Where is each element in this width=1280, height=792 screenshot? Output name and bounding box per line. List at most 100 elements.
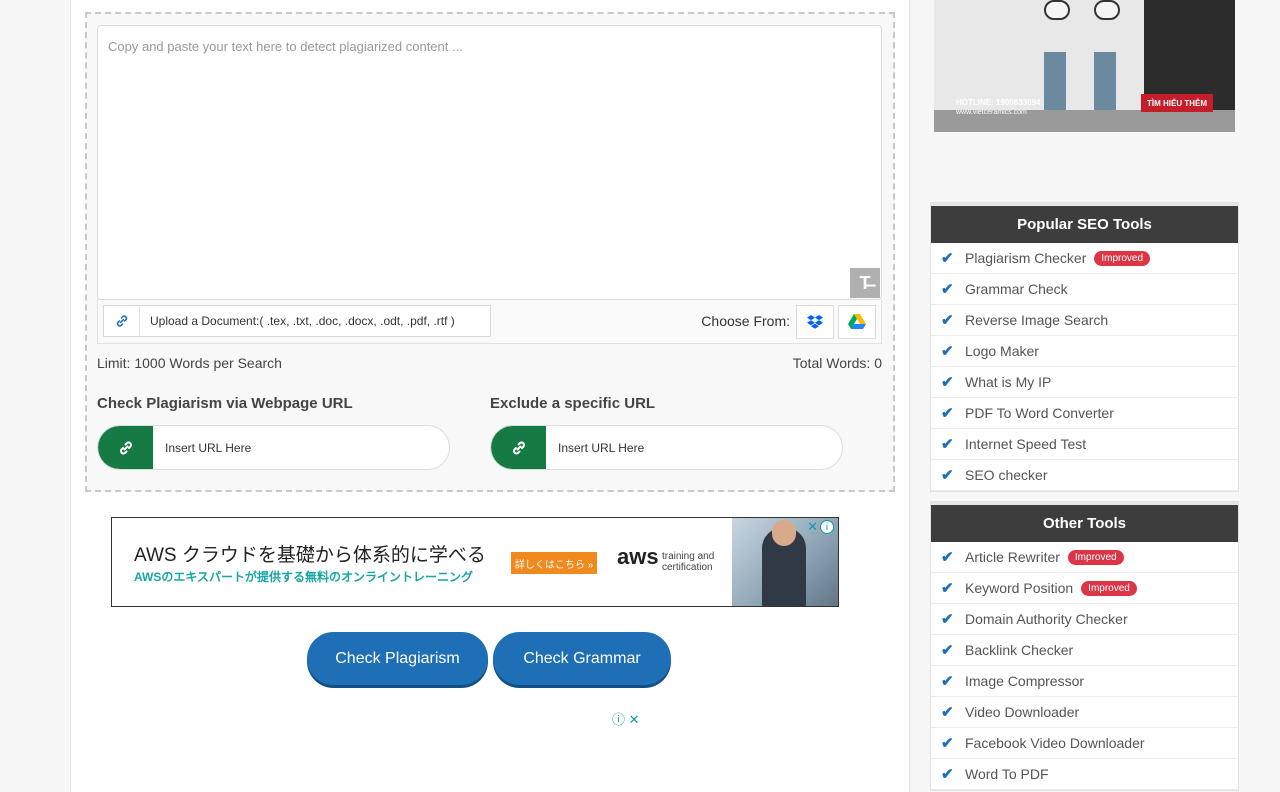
- sidebar-item-label: Grammar Check: [965, 281, 1068, 297]
- sidebar-item-other_tools[interactable]: ✔ Backlink Checker: [931, 635, 1238, 666]
- popular-seo-tools-panel: Popular SEO Tools ✔ Plagiarism Checker Imp…: [930, 202, 1239, 492]
- sidebar-item-label: Article Rewriter: [965, 549, 1060, 565]
- sidebar-item-label: Logo Maker: [965, 343, 1039, 359]
- side-ad-site: www.vietceramics.com: [956, 109, 1027, 116]
- ad-close-icon[interactable]: ✕: [807, 519, 818, 535]
- sidebar-item-label: PDF To Word Converter: [965, 405, 1114, 421]
- dropbox-icon: [807, 315, 823, 329]
- ad-info-icon[interactable]: i: [820, 520, 834, 534]
- sidebar-item-label: Domain Authority Checker: [965, 611, 1128, 627]
- sidebar-item-popular_tools[interactable]: ✔ Internet Speed Test: [931, 429, 1238, 460]
- check-icon: ✔: [941, 250, 954, 267]
- check-icon: ✔: [941, 343, 954, 360]
- check-icon: ✔: [941, 735, 954, 752]
- exclude-url-placeholder: Insert URL Here: [558, 440, 645, 455]
- exclude-url-title: Exclude a specific URL: [490, 395, 656, 412]
- sidebar-item-label: Facebook Video Downloader: [965, 735, 1145, 751]
- sidebar-item-label: Image Compressor: [965, 673, 1085, 689]
- aws-logo: aws: [617, 544, 659, 569]
- improved-badge: Improved: [1067, 549, 1124, 565]
- other-tools-title: Other Tools: [931, 502, 1238, 542]
- exclude-url-input[interactable]: Insert URL Here: [490, 425, 843, 470]
- sidebar-item-label: Internet Speed Test: [965, 436, 1087, 452]
- improved-badge: Improved: [1081, 580, 1137, 596]
- check-icon: ✔: [941, 467, 954, 484]
- sidebar-item-popular_tools[interactable]: ✔ Reverse Image Search: [931, 305, 1238, 336]
- page-background-left: [0, 0, 70, 792]
- popular-seo-tools-title: Popular SEO Tools: [931, 203, 1238, 243]
- sidebar-item-popular_tools[interactable]: ✔ PDF To Word Converter: [931, 398, 1238, 429]
- side-ad-phone: HOTLINE: 1900633094: [956, 98, 1041, 107]
- ad-subline: AWSのエキスパートが提供する無料のオンライントレーニング: [134, 570, 473, 584]
- sidebar-item-label: SEO checker: [965, 467, 1048, 483]
- check-icon: ✔: [941, 611, 954, 628]
- link-icon: [491, 426, 546, 469]
- sidebar-item-other_tools[interactable]: ✔ Article Rewriter Improved: [931, 542, 1238, 573]
- google-drive-button[interactable]: [838, 305, 876, 339]
- text-clear-icon: T̶: [859, 272, 871, 293]
- sidebar-item-popular_tools[interactable]: ✔ What is My IP: [931, 367, 1238, 398]
- sidebar-item-popular_tools[interactable]: ✔ Plagiarism Checker Improved: [931, 243, 1238, 274]
- check-icon: ✔: [941, 766, 954, 783]
- improved-badge: Improved: [1094, 250, 1151, 266]
- check-icon: ✔: [941, 704, 954, 721]
- sidebar-item-label: Plagiarism Checker: [965, 250, 1087, 266]
- upload-document-button[interactable]: Upload a Document:( .tex, .txt, .doc, .d…: [103, 305, 491, 337]
- link-icon: [98, 426, 153, 469]
- sidebar-item-label: Backlink Checker: [965, 642, 1074, 658]
- link-icon: [104, 306, 140, 336]
- check-icon: ✔: [941, 281, 954, 298]
- sidebar-item-popular_tools[interactable]: ✔ SEO checker: [931, 460, 1238, 491]
- aws-logo-subtitle-line1: training and: [662, 551, 715, 562]
- ad-choices-icon[interactable]: ⓘ ✕: [612, 709, 640, 728]
- sidebar-item-label: Word To PDF: [965, 766, 1049, 782]
- ad-image-stool: [1044, 52, 1066, 112]
- sidebar-item-other_tools[interactable]: ✔ Domain Authority Checker: [931, 604, 1238, 635]
- ad-image-mirror: [1044, 0, 1070, 20]
- ad-photo-head: [772, 520, 796, 546]
- aws-ad-banner[interactable]: AWS クラウドを基礎から体系的に学べる AWSのエキスパートが提供する無料のオ…: [111, 517, 839, 607]
- google-drive-icon: [848, 314, 866, 329]
- check-icon: ✔: [941, 549, 954, 566]
- sidebar-item-other_tools[interactable]: ✔ Word To PDF: [931, 759, 1238, 790]
- clear-text-button[interactable]: T̶: [850, 268, 880, 298]
- check-plagiarism-button[interactable]: Check Plagiarism: [307, 632, 488, 685]
- sidebar-item-label: What is My IP: [965, 374, 1052, 390]
- sidebar-item-label: Reverse Image Search: [965, 312, 1109, 328]
- word-limit-text: Limit: 1000 Words per Search: [97, 355, 282, 371]
- check-icon: ✔: [941, 642, 954, 659]
- check-grammar-button[interactable]: Check Grammar: [493, 632, 671, 685]
- sidebar-item-other_tools[interactable]: ✔ Video Downloader: [931, 697, 1238, 728]
- choose-from-label: Choose From:: [701, 313, 790, 329]
- webpage-url-input[interactable]: Insert URL Here: [97, 425, 450, 470]
- ad-image-stool: [1094, 52, 1116, 112]
- check-icon: ✔: [941, 580, 954, 597]
- sidebar-item-label: Video Downloader: [965, 704, 1080, 720]
- check-icon: ✔: [941, 673, 954, 690]
- sidebar-item-other_tools[interactable]: ✔ Facebook Video Downloader: [931, 728, 1238, 759]
- check-icon: ✔: [941, 374, 954, 391]
- sidebar-item-other_tools[interactable]: ✔ Keyword Position Improved: [931, 573, 1238, 604]
- other-tools-panel: Other Tools ✔ Article Rewriter Improved ✔ Ke…: [930, 501, 1239, 791]
- url-check-title: Check Plagiarism via Webpage URL: [97, 395, 353, 412]
- sidebar-item-label: Keyword Position: [965, 580, 1074, 596]
- side-ad-banner[interactable]: HOTLINE: 1900633094 www.vietceramics.com…: [934, 0, 1235, 132]
- webpage-url-placeholder: Insert URL Here: [165, 440, 252, 455]
- side-ad-cta[interactable]: TÌM HIỂU THÊM: [1141, 94, 1213, 112]
- sidebar-item-other_tools[interactable]: ✔ Image Compressor: [931, 666, 1238, 697]
- check-icon: ✔: [941, 312, 954, 329]
- total-words-counter: Total Words: 0: [792, 355, 882, 371]
- ad-headline: AWS クラウドを基礎から体系的に学べる: [134, 545, 486, 566]
- ad-cta-button[interactable]: 詳しくはこちら »: [511, 552, 597, 574]
- text-input-placeholder: Copy and paste your text here to detect …: [108, 39, 463, 54]
- aws-logo-subtitle: training and certification: [662, 551, 714, 573]
- check-icon: ✔: [941, 405, 954, 422]
- sidebar-item-popular_tools[interactable]: ✔ Logo Maker: [931, 336, 1238, 367]
- sidebar-item-popular_tools[interactable]: ✔ Grammar Check: [931, 274, 1238, 305]
- ad-image-mirror: [1094, 0, 1120, 20]
- check-icon: ✔: [941, 436, 954, 453]
- upload-bar: Upload a Document:( .tex, .txt, .doc, .d…: [97, 300, 882, 344]
- dropbox-button[interactable]: [796, 305, 834, 339]
- text-input-area[interactable]: Copy and paste your text here to detect …: [97, 25, 882, 300]
- upload-document-label: Upload a Document:( .tex, .txt, .doc, .d…: [150, 314, 455, 328]
